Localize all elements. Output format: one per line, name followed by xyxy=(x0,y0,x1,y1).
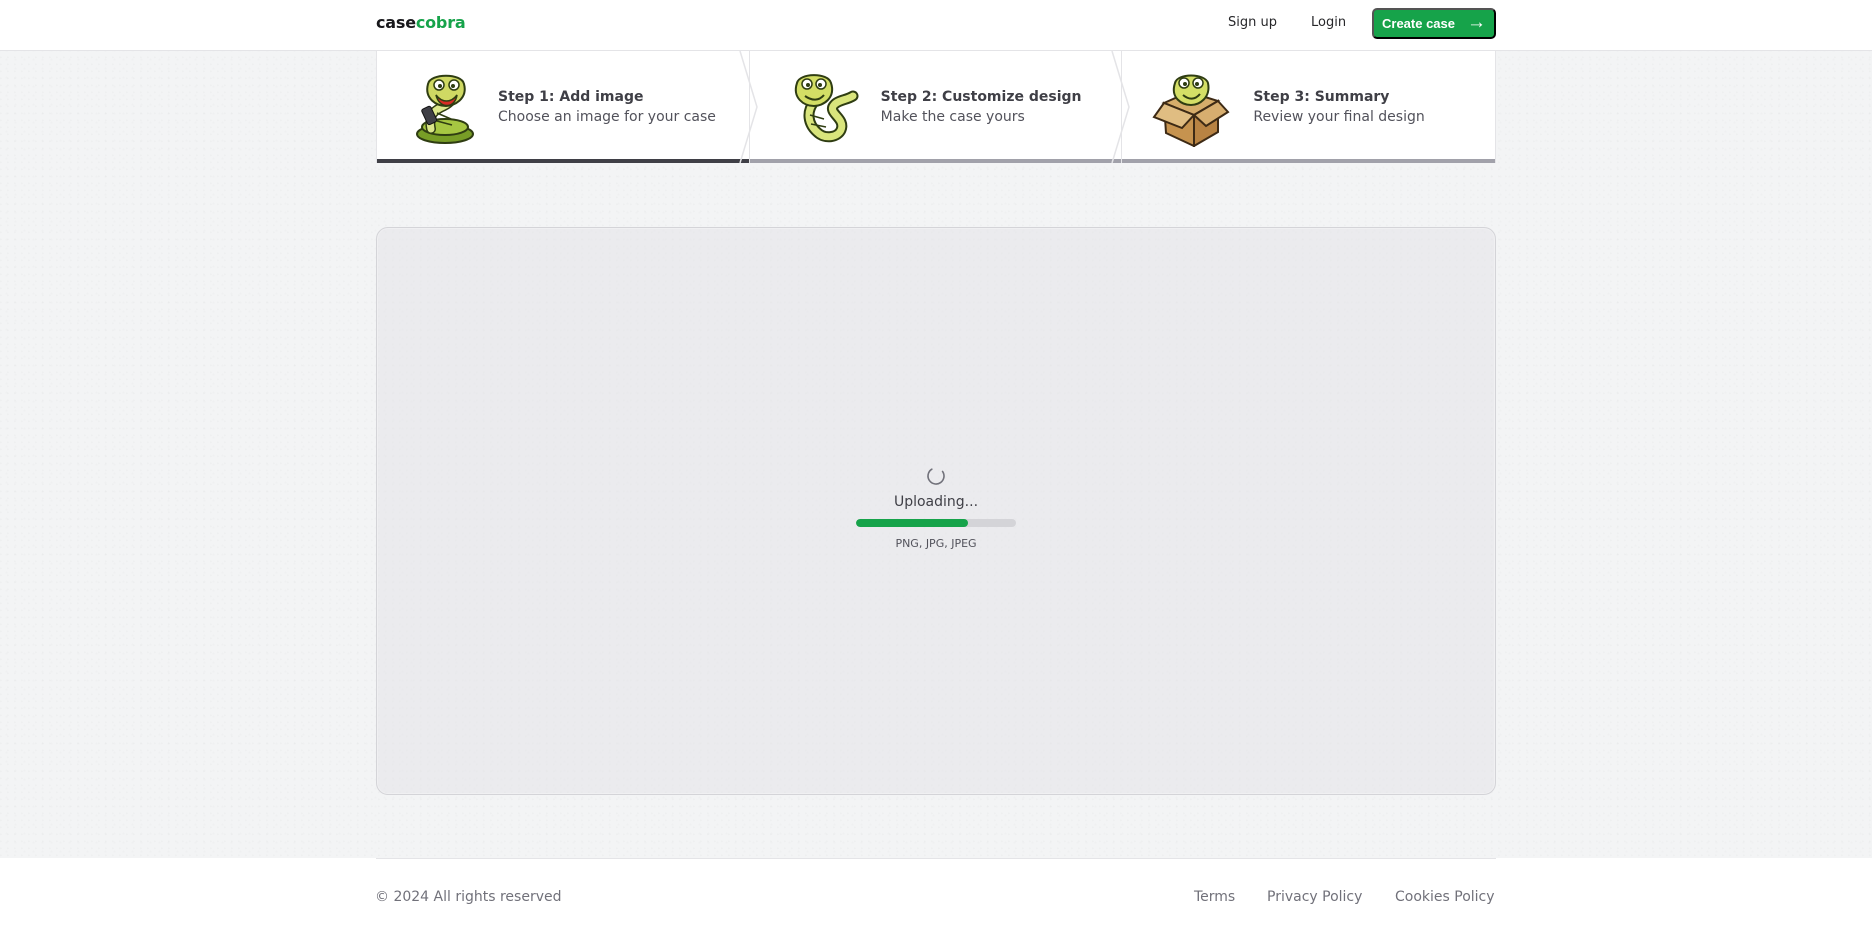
logo-prefix: case xyxy=(376,13,416,32)
step-2-title: Step 2: Customize design xyxy=(880,89,1082,105)
cobra-wave-icon xyxy=(794,74,859,143)
image-upload-dropzone[interactable]: Uploading... PNG, JPG, JPEG xyxy=(376,227,1496,795)
step-summary[interactable]: Step 3: Summary Review your final design xyxy=(1122,51,1496,163)
create-case-page: casecobra Sign up Login Create case → St… xyxy=(0,0,1872,927)
cobra-phone-icon xyxy=(416,74,474,144)
step-2-description: Make the case yours xyxy=(880,109,1025,125)
cobra-box-icon xyxy=(1152,74,1230,147)
step-1-title: Step 1: Add image xyxy=(498,89,644,105)
upload-progress-bar xyxy=(856,519,1016,527)
create-case-label: Create case xyxy=(1382,16,1455,31)
footer-divider xyxy=(376,858,1496,859)
login-link[interactable]: Login xyxy=(1311,15,1346,30)
arrow-right-icon: → xyxy=(1467,12,1486,33)
step-1-current-indicator xyxy=(377,159,749,163)
step-3-description: Review your final design xyxy=(1253,109,1425,125)
cookies-policy-link[interactable]: Cookies Policy xyxy=(1395,889,1495,905)
step-2-indicator xyxy=(749,159,1122,163)
step-3-title: Step 3: Summary xyxy=(1253,89,1390,105)
terms-link[interactable]: Terms xyxy=(1194,889,1235,905)
step-customize-design[interactable]: Step 2: Customize design Make the case y… xyxy=(749,51,1131,163)
privacy-policy-link[interactable]: Privacy Policy xyxy=(1267,889,1362,905)
top-navigation: casecobra Sign up Login Create case → xyxy=(0,0,1872,51)
case-creation-steps: Step 1: Add image Choose an image for yo… xyxy=(376,51,1496,163)
uploading-status-text: Uploading... xyxy=(893,494,979,510)
step-1-description: Choose an image for your case xyxy=(498,109,716,125)
sign-up-link[interactable]: Sign up xyxy=(1228,15,1277,30)
upload-progress-fill xyxy=(856,519,968,527)
casecobra-logo[interactable]: casecobra xyxy=(376,13,466,32)
step-add-image[interactable]: Step 1: Add image Choose an image for yo… xyxy=(377,51,758,163)
upload-status: Uploading... PNG, JPG, JPEG xyxy=(377,466,1495,550)
site-footer: © 2024 All rights reserved Terms Privacy… xyxy=(0,858,1872,927)
step-1-text: Step 1: Add image Choose an image for yo… xyxy=(498,87,716,127)
accepted-file-types: PNG, JPG, JPEG xyxy=(895,537,977,550)
loading-spinner-icon xyxy=(927,467,945,485)
logo-accent: cobra xyxy=(415,13,466,32)
step-3-indicator xyxy=(1122,159,1496,163)
create-case-button[interactable]: Create case → xyxy=(1372,8,1496,39)
copyright-text: © 2024 All rights reserved xyxy=(375,889,562,905)
step-3-text: Step 3: Summary Review your final design xyxy=(1253,87,1424,127)
step-2-text: Step 2: Customize design Make the case y… xyxy=(881,87,1082,127)
